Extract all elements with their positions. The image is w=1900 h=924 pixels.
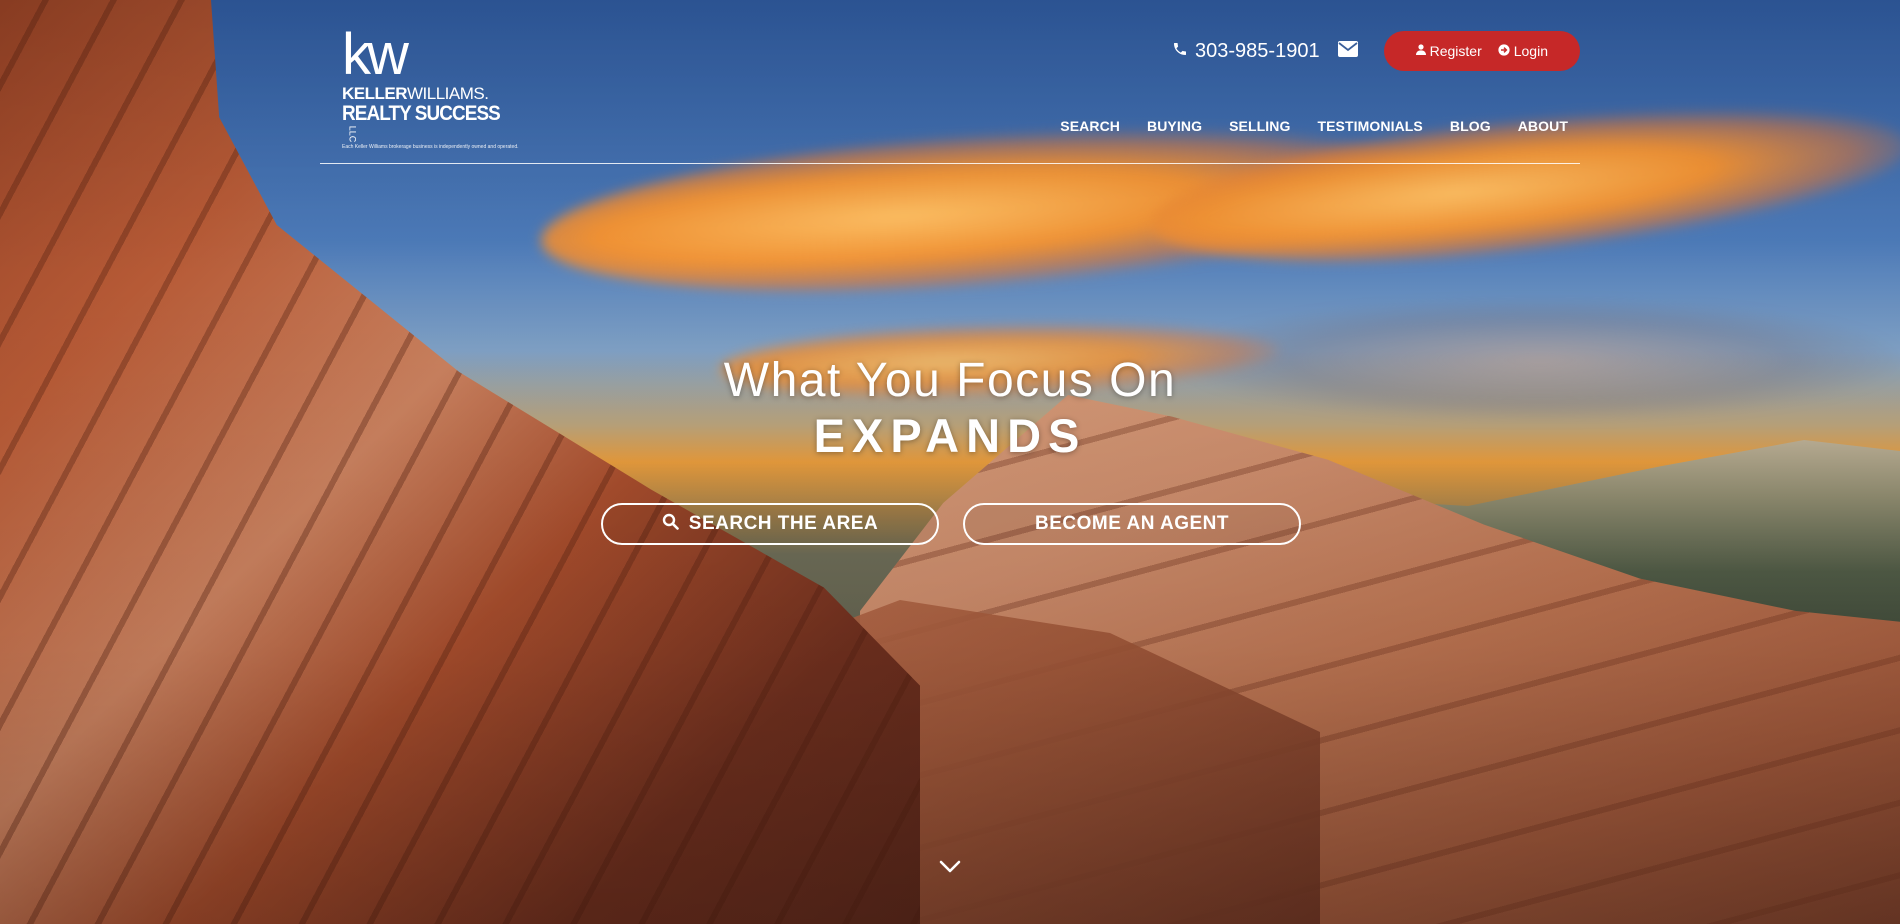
logo-disclaimer: Each Keller Williams brokerage business … <box>342 144 519 150</box>
nav-buying[interactable]: BUYING <box>1147 118 1202 134</box>
hero-heading: What You Focus On EXPANDS <box>0 352 1900 462</box>
contact-bar: 303-985-1901 Register Login <box>1172 31 1580 71</box>
phone-number: 303-985-1901 <box>1195 39 1320 62</box>
login-button[interactable]: Login <box>1498 43 1548 59</box>
user-icon <box>1415 44 1426 58</box>
logo-name-bold: KELLER <box>342 84 408 103</box>
keller-williams-logo[interactable]: kw KELLERWILLIAMS. REALTY SUCCESSLLC Eac… <box>342 22 522 151</box>
nav-selling[interactable]: SELLING <box>1229 118 1290 134</box>
nav-blog[interactable]: BLOG <box>1450 118 1491 134</box>
nav-testimonials[interactable]: TESTIMONIALS <box>1317 118 1422 134</box>
search-icon <box>662 513 679 536</box>
header-divider <box>320 163 1580 164</box>
auth-pill: Register Login <box>1383 31 1580 71</box>
phone-link[interactable]: 303-985-1901 <box>1172 40 1320 63</box>
hero-tagline: What You Focus On <box>723 354 1177 407</box>
become-an-agent-button[interactable]: BECOME AN AGENT <box>963 503 1301 545</box>
search-the-area-button[interactable]: SEARCH THE AREA <box>601 503 939 545</box>
phone-icon <box>1172 41 1188 62</box>
nav-search[interactable]: SEARCH <box>1060 118 1120 134</box>
main-nav: SEARCH BUYING SELLING TESTIMONIALS BLOG … <box>1060 118 1568 134</box>
hero-tagline-strong: EXPANDS <box>813 409 1087 462</box>
chevron-down-icon[interactable] <box>938 857 962 877</box>
envelope-icon[interactable] <box>1337 40 1358 62</box>
logo-name-regular: WILLIAMS. <box>407 84 489 103</box>
sign-in-icon <box>1498 43 1510 59</box>
logo-mark: kw <box>342 22 409 87</box>
logo-subtitle: REALTY SUCCESS <box>342 102 501 125</box>
nav-about[interactable]: ABOUT <box>1518 118 1568 134</box>
hero-cta-group: SEARCH THE AREA BECOME AN AGENT <box>601 503 1301 545</box>
site-header: kw KELLERWILLIAMS. REALTY SUCCESSLLC Eac… <box>320 0 1580 166</box>
logo-suffix: LLC <box>347 125 358 143</box>
register-button[interactable]: Register <box>1415 43 1482 59</box>
